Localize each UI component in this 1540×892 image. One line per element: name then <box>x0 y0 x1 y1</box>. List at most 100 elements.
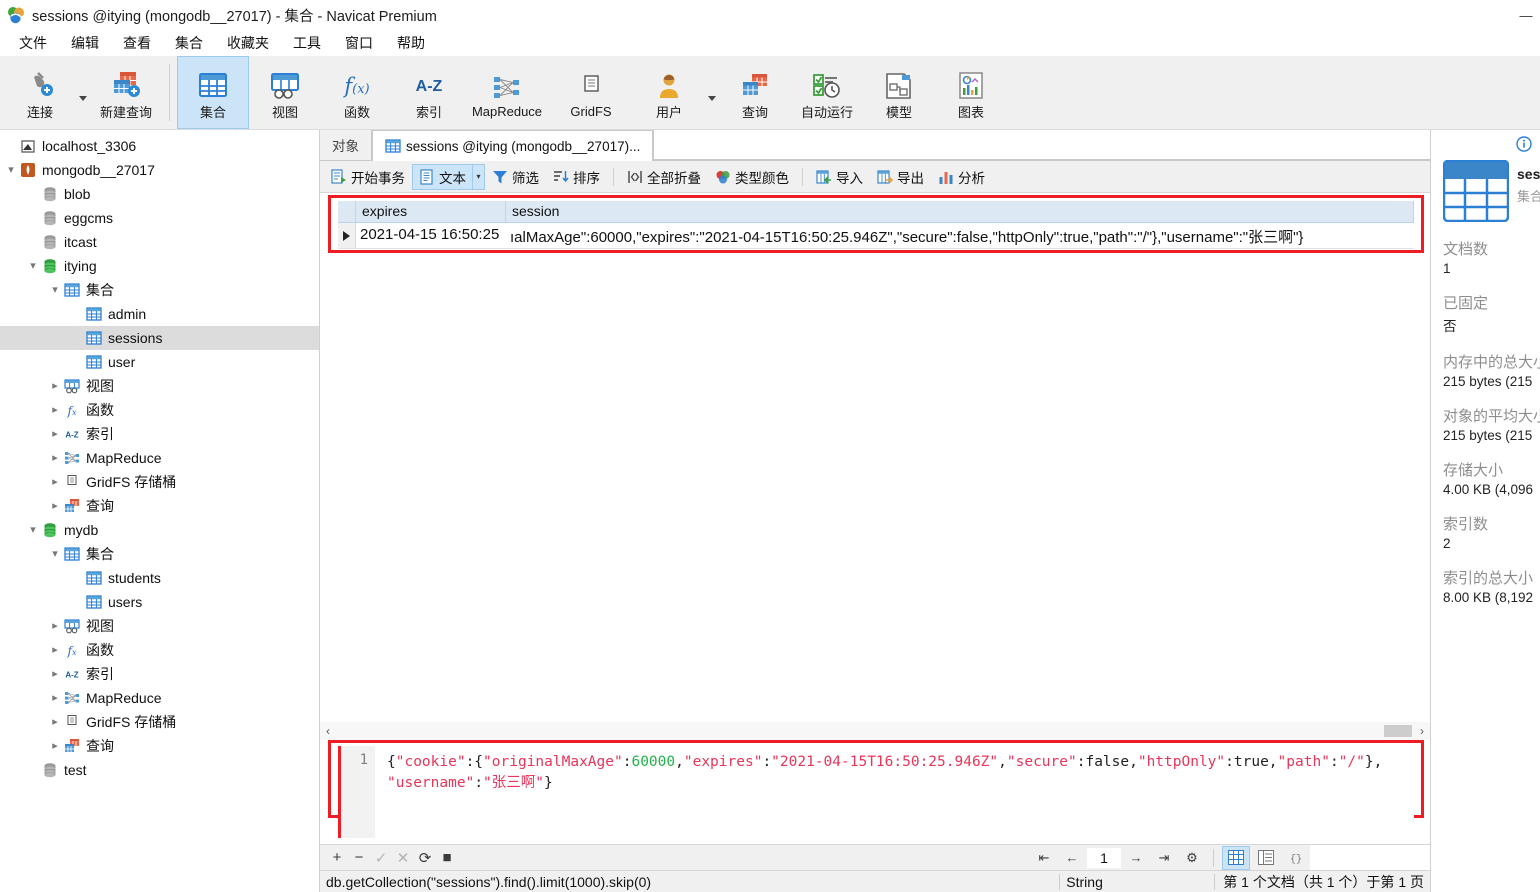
toolbar-button-chart[interactable]: 图表 <box>935 56 1007 129</box>
navigation-sidebar[interactable]: localhost_3306 ▾ mongodb__27017 blob eggcm… <box>0 130 320 892</box>
sidebar-item-索引[interactable]: ▸ A-Z 索引 <box>0 662 319 686</box>
sidebar-item-gridfs-存储桶[interactable]: ▸ GridFS 存储桶 <box>0 470 319 494</box>
tab-collection-sessions[interactable]: sessions @itying (mongodb__27017)... <box>372 130 654 161</box>
sidebar-item-itying[interactable]: ▾ itying <box>0 254 319 278</box>
chevron-right-icon[interactable]: ▸ <box>48 620 62 632</box>
sidebar-item-sessions[interactable]: sessions <box>0 326 319 350</box>
chevron-down-icon[interactable]: ▾ <box>48 284 62 296</box>
prev-page-button[interactable]: ← <box>1059 847 1085 869</box>
horizontal-scrollbar[interactable]: ‹ › <box>320 722 1430 740</box>
toolbar-button-model[interactable]: 模型 <box>863 56 935 129</box>
chevron-right-icon[interactable]: ▸ <box>48 404 62 416</box>
scroll-track[interactable] <box>336 725 1414 737</box>
grid-toolbar-analyze[interactable]: 分析 <box>931 164 992 190</box>
window-controls[interactable]: — <box>1512 0 1540 30</box>
json-view-icon[interactable]: {} <box>1282 846 1310 870</box>
toolbar-button-new-query[interactable]: 新建查询 <box>90 56 162 129</box>
chevron-right-icon[interactable]: ▸ <box>48 476 62 488</box>
menu-window[interactable]: 窗口 <box>334 30 384 56</box>
chevron-down-icon[interactable]: ▾ <box>473 163 485 190</box>
pagination-controls[interactable]: ⇤ ← 1 → ⇥ ⚙ {} <box>1031 845 1310 870</box>
grid-toolbar-type-color[interactable]: 类型颜色 <box>708 164 796 190</box>
last-page-button[interactable]: ⇥ <box>1151 847 1177 869</box>
grid-toolbar-text-view[interactable]: 文本 <box>412 163 473 190</box>
menu-edit[interactable]: 编辑 <box>60 30 110 56</box>
chevron-down-icon[interactable]: ▾ <box>48 548 62 560</box>
apply-change-icon[interactable]: ✓ <box>370 847 392 869</box>
sidebar-item-函数[interactable]: ▸ fx 函数 <box>0 398 319 422</box>
toolbar-button-connection[interactable]: 连接 <box>4 56 76 129</box>
sidebar-item-视图[interactable]: ▸ 视图 <box>0 614 319 638</box>
column-header-expires[interactable]: expires <box>356 201 506 222</box>
grid-toolbar-filter[interactable]: 筛选 <box>485 164 546 190</box>
sidebar-item-函数[interactable]: ▸ fx 函数 <box>0 638 319 662</box>
chevron-down-icon[interactable] <box>705 56 719 129</box>
menu-view[interactable]: 查看 <box>112 30 162 56</box>
menu-file[interactable]: 文件 <box>8 30 58 56</box>
sidebar-item-mapreduce[interactable]: ▸ MapReduce <box>0 686 319 710</box>
sidebar-item-集合[interactable]: ▾ 集合 <box>0 542 319 566</box>
sidebar-item-mongodb__27017[interactable]: ▾ mongodb__27017 <box>0 158 319 182</box>
grid-toolbar-sort[interactable]: 排序 <box>546 164 607 190</box>
chevron-down-icon[interactable]: ▾ <box>26 260 40 272</box>
toolbar-button-automation[interactable]: 自动运行 <box>791 56 863 129</box>
chevron-right-icon[interactable]: ▸ <box>48 500 62 512</box>
toolbar-button-query[interactable]: 查询 <box>719 56 791 129</box>
chevron-right-icon[interactable]: ▸ <box>48 644 62 656</box>
sidebar-item-test[interactable]: test <box>0 758 319 782</box>
sidebar-item-索引[interactable]: ▸ A-Z 索引 <box>0 422 319 446</box>
table-row[interactable]: 2021-04-15 16:50:25 ıalMaxAge":60000,"ex… <box>338 223 1414 249</box>
minimize-button[interactable]: — <box>1512 0 1540 30</box>
toolbar-button-function[interactable]: f(x) 函数 <box>321 56 393 129</box>
sidebar-item-mydb[interactable]: ▾ mydb <box>0 518 319 542</box>
scroll-right-icon[interactable]: › <box>1414 724 1430 738</box>
toolbar-button-index[interactable]: A-Z 索引 <box>393 56 465 129</box>
scroll-left-icon[interactable]: ‹ <box>320 724 336 738</box>
sidebar-item-admin[interactable]: admin <box>0 302 319 326</box>
chevron-down-icon[interactable]: ▾ <box>26 524 40 536</box>
grid-toolbar-import[interactable]: 导入 <box>809 164 870 190</box>
menu-tools[interactable]: 工具 <box>282 30 332 56</box>
chevron-right-icon[interactable]: ▸ <box>48 740 62 752</box>
sidebar-item-mapreduce[interactable]: ▸ MapReduce <box>0 446 319 470</box>
remove-record-icon[interactable]: − <box>348 847 370 869</box>
menu-help[interactable]: 帮助 <box>386 30 436 56</box>
toolbar-button-collection[interactable]: 集合 <box>177 56 249 129</box>
chevron-right-icon[interactable]: ▸ <box>48 716 62 728</box>
form-view-icon[interactable] <box>1252 846 1280 870</box>
sidebar-item-localhost_3306[interactable]: localhost_3306 <box>0 134 319 158</box>
stop-icon[interactable]: ■ <box>436 847 458 869</box>
menu-collection[interactable]: 集合 <box>164 30 214 56</box>
page-number-input[interactable]: 1 <box>1087 847 1121 868</box>
grid-toolbar-export[interactable]: 导出 <box>870 164 931 190</box>
sidebar-item-user[interactable]: user <box>0 350 319 374</box>
cell-session[interactable]: ıalMaxAge":60000,"expires":"2021-04-15T1… <box>506 223 1414 248</box>
scroll-thumb[interactable] <box>1384 725 1412 737</box>
chevron-right-icon[interactable]: ▸ <box>48 692 62 704</box>
sidebar-item-查询[interactable]: ▸ 查询 <box>0 494 319 518</box>
sidebar-item-查询[interactable]: ▸ 查询 <box>0 734 319 758</box>
result-grid[interactable]: expires session 2021-04-15 16:50:25 ıalM… <box>338 201 1414 249</box>
chevron-down-icon[interactable] <box>76 56 90 129</box>
sidebar-item-视图[interactable]: ▸ 视图 <box>0 374 319 398</box>
chevron-right-icon[interactable]: ▸ <box>48 452 62 464</box>
sidebar-item-gridfs-存储桶[interactable]: ▸ GridFS 存储桶 <box>0 710 319 734</box>
grid-toolbar-collapse-all[interactable]: 全部折叠 <box>620 164 708 190</box>
toolbar-button-view[interactable]: 视图 <box>249 56 321 129</box>
toolbar-button-gridfs[interactable]: GridFS <box>549 56 633 129</box>
refresh-icon[interactable]: ⟳ <box>414 847 436 869</box>
chevron-right-icon[interactable]: ▸ <box>48 428 62 440</box>
chevron-right-icon[interactable]: ▸ <box>48 380 62 392</box>
next-page-button[interactable]: → <box>1123 847 1149 869</box>
toolbar-button-user[interactable]: 用户 <box>633 56 705 129</box>
chevron-right-icon[interactable]: ▸ <box>48 668 62 680</box>
menu-favorites[interactable]: 收藏夹 <box>216 30 280 56</box>
cell-expires[interactable]: 2021-04-15 16:50:25 <box>356 223 506 248</box>
tab-objects[interactable]: 对象 <box>320 130 372 160</box>
chevron-down-icon[interactable]: ▾ <box>4 164 18 176</box>
add-record-icon[interactable]: + <box>326 847 348 869</box>
sidebar-item-students[interactable]: students <box>0 566 319 590</box>
cancel-change-icon[interactable]: ✕ <box>392 847 414 869</box>
toolbar-button-mapreduce[interactable]: MapReduce <box>465 56 549 129</box>
sidebar-item-users[interactable]: users <box>0 590 319 614</box>
